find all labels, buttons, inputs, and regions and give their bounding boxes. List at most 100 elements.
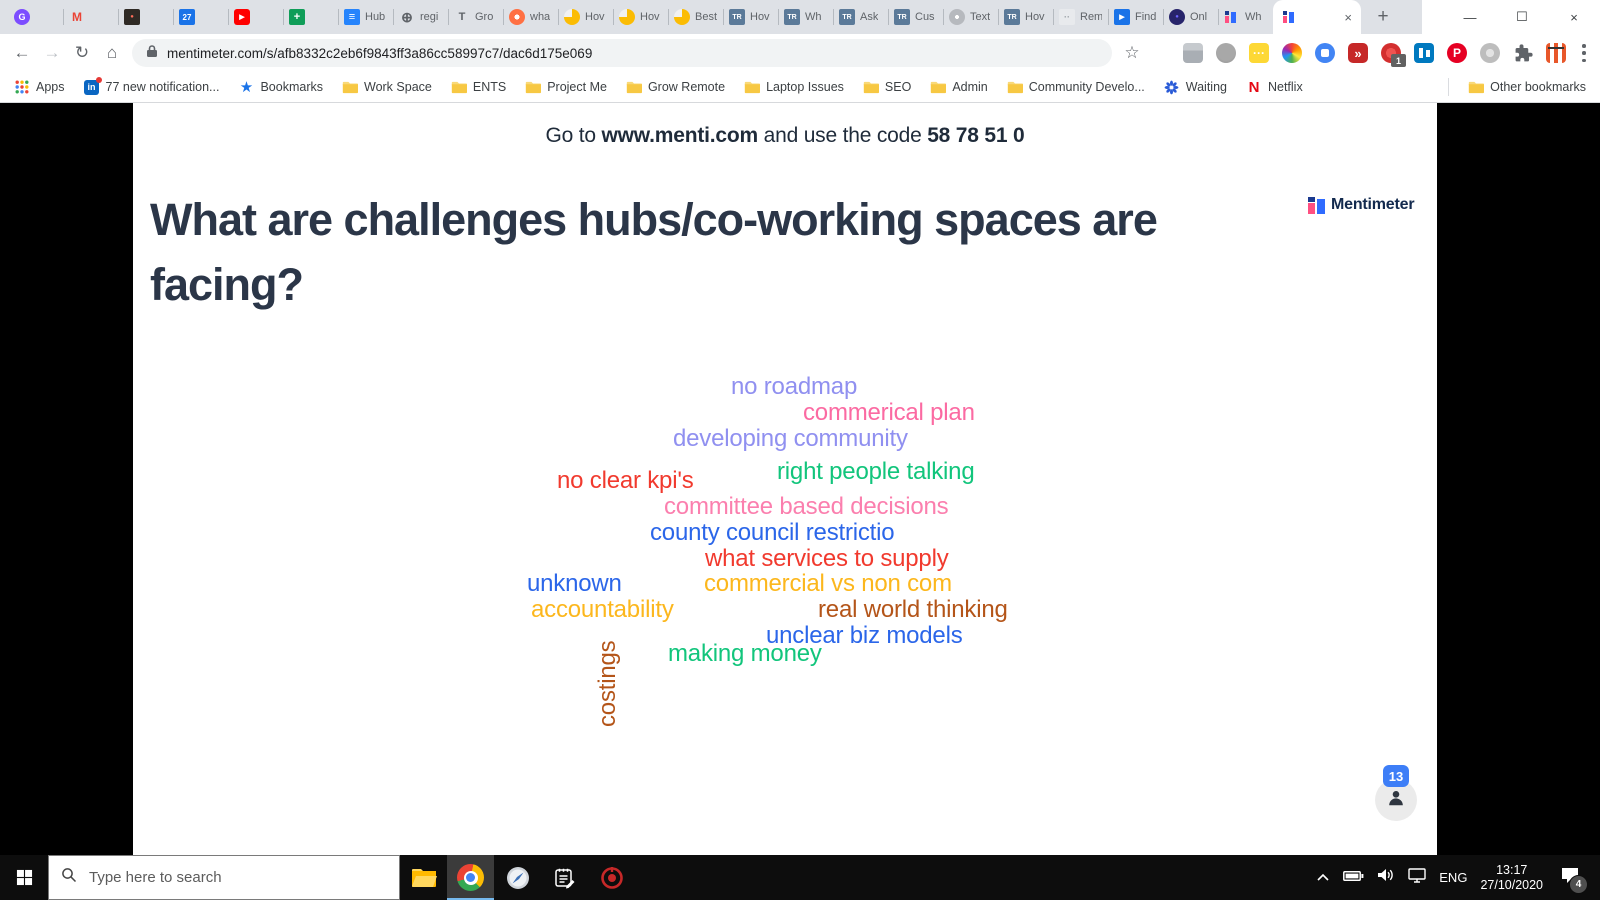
bookmark-item[interactable]: Waiting bbox=[1164, 79, 1227, 95]
home-button[interactable]: ⌂ bbox=[98, 39, 126, 67]
tab-favicon-orange-dot bbox=[509, 9, 525, 25]
browser-tab[interactable]: TR Ask bbox=[833, 0, 888, 34]
taskbar-app-shield[interactable] bbox=[588, 855, 635, 900]
bookmark-item[interactable]: Admin bbox=[930, 79, 988, 95]
taskbar-app-chrome[interactable] bbox=[447, 855, 494, 900]
bookmark-item[interactable]: Work Space bbox=[342, 79, 432, 95]
browser-tab[interactable]: ● Onl bbox=[1163, 0, 1218, 34]
clock-date: 27/10/2020 bbox=[1480, 877, 1543, 892]
browser-tab[interactable]: ·· Rem bbox=[1053, 0, 1108, 34]
bookmark-item[interactable]: Laptop Issues bbox=[744, 79, 844, 95]
taskbar-clock[interactable]: 13:17 27/10/2020 bbox=[1480, 863, 1543, 893]
browser-tab[interactable]: ≡ Hub bbox=[338, 0, 393, 34]
tab-favicon-pie bbox=[674, 9, 690, 25]
bookmark-item[interactable]: Community Develo... bbox=[1007, 79, 1145, 95]
word-cloud-word: unknown bbox=[527, 570, 622, 597]
browser-tab[interactable]: TR Wh bbox=[778, 0, 833, 34]
browser-tab[interactable]: Best bbox=[668, 0, 723, 34]
browser-tab[interactable]: ▶ Find bbox=[1108, 0, 1163, 34]
folder-icon bbox=[930, 79, 947, 95]
color-wheel-extension-icon[interactable] bbox=[1282, 43, 1302, 63]
tray-chevron-icon[interactable] bbox=[1316, 869, 1330, 887]
bookmark-label: Netflix bbox=[1267, 80, 1303, 94]
other-bookmarks[interactable]: Other bookmarks bbox=[1468, 79, 1586, 95]
trello-extension-icon[interactable] bbox=[1414, 43, 1434, 63]
red-forward-extension-icon[interactable]: » bbox=[1348, 43, 1368, 63]
word-cloud-word: real world thinking bbox=[818, 596, 1008, 623]
close-window-button[interactable]: × bbox=[1548, 0, 1600, 34]
active-tab[interactable]: × bbox=[1273, 0, 1361, 34]
browser-tab[interactable]: Text bbox=[943, 0, 998, 34]
mentimeter-logo: Mentimeter bbox=[1308, 196, 1415, 214]
clipboard-extension-icon[interactable] bbox=[1183, 43, 1203, 63]
bookmark-item[interactable]: Project Me bbox=[525, 79, 607, 95]
browser-tab[interactable]: 27 bbox=[173, 0, 228, 34]
hand-extension-icon[interactable]: 1 bbox=[1381, 43, 1406, 67]
browser-tab[interactable]: Wh bbox=[1218, 0, 1273, 34]
tab-label: Find bbox=[1135, 11, 1157, 23]
bookmark-item[interactable]: SEO bbox=[863, 79, 911, 95]
browser-tab[interactable]: M bbox=[63, 0, 118, 34]
bookmark-label: Laptop Issues bbox=[766, 80, 844, 94]
bookmark-item[interactable]: ★ Bookmarks bbox=[238, 79, 323, 95]
apps-grid-icon bbox=[14, 79, 30, 95]
tab-favicon-pie bbox=[564, 9, 580, 25]
blue-circle-extension-icon[interactable] bbox=[1315, 43, 1335, 63]
start-button[interactable] bbox=[0, 855, 48, 900]
taskbar-app-compass[interactable] bbox=[494, 855, 541, 900]
browser-tab[interactable]: G bbox=[8, 0, 63, 34]
language-indicator[interactable]: ENG bbox=[1439, 870, 1467, 885]
browser-tab[interactable]: TR Hov bbox=[723, 0, 778, 34]
bookmark-item[interactable]: in 77 new notification... bbox=[84, 77, 219, 95]
bookmark-label: Bookmarks bbox=[260, 80, 323, 94]
network-icon[interactable] bbox=[1408, 867, 1426, 888]
notification-center-icon[interactable]: 4 bbox=[1560, 866, 1588, 894]
apps-shortcut[interactable]: Apps bbox=[14, 79, 65, 95]
volume-icon[interactable] bbox=[1377, 868, 1395, 887]
browser-tab[interactable]: TR Cus bbox=[888, 0, 943, 34]
browser-tab[interactable]: wha bbox=[503, 0, 558, 34]
mentimeter-logo-text: Mentimeter bbox=[1331, 196, 1415, 213]
search-input[interactable] bbox=[87, 868, 387, 887]
browser-tab[interactable]: Hov bbox=[613, 0, 668, 34]
bookmark-star-icon[interactable]: ☆ bbox=[1118, 39, 1146, 67]
battery-icon[interactable] bbox=[1343, 869, 1364, 887]
tab-favicon-tr: TR bbox=[1004, 9, 1020, 25]
browser-menu-icon[interactable] bbox=[1582, 44, 1586, 62]
back-button[interactable]: ← bbox=[8, 39, 36, 67]
pinterest-extension-icon[interactable]: P bbox=[1447, 43, 1467, 63]
browser-tab[interactable]: + bbox=[283, 0, 338, 34]
address-bar[interactable]: mentimeter.com/s/afb8332c2eb6f9843ff3a86… bbox=[132, 39, 1112, 67]
tomato-extension-icon[interactable] bbox=[1216, 43, 1236, 63]
reload-button[interactable]: ↻ bbox=[68, 39, 96, 67]
maximize-button[interactable]: ☐ bbox=[1496, 0, 1548, 34]
awning-extension-icon[interactable] bbox=[1546, 43, 1566, 63]
tab-favicon-pie bbox=[619, 9, 635, 25]
puzzle-extension-icon[interactable] bbox=[1513, 43, 1533, 63]
bookmark-item[interactable]: ENTS bbox=[451, 79, 506, 95]
taskbar-search[interactable] bbox=[48, 855, 400, 900]
tab-label: Wh bbox=[1245, 11, 1262, 23]
window-controls: — ☐ × bbox=[1422, 0, 1600, 34]
swirl-extension-icon[interactable] bbox=[1480, 43, 1500, 63]
yellow-dots-extension-icon[interactable]: ··· bbox=[1249, 43, 1269, 63]
browser-tab[interactable]: ● bbox=[118, 0, 173, 34]
taskbar-apps bbox=[400, 855, 635, 900]
forward-button[interactable]: → bbox=[38, 39, 66, 67]
taskbar-app-notes[interactable] bbox=[541, 855, 588, 900]
browser-tab[interactable]: Hov bbox=[558, 0, 613, 34]
minimize-button[interactable]: — bbox=[1444, 0, 1496, 34]
browser-tab[interactable]: T Gro bbox=[448, 0, 503, 34]
taskbar-app-explorer[interactable] bbox=[400, 855, 447, 900]
tab-label: Hov bbox=[750, 11, 770, 23]
join-code: 58 78 51 0 bbox=[927, 124, 1025, 147]
browser-tab[interactable]: TR Hov bbox=[998, 0, 1053, 34]
system-tray: ENG 13:17 27/10/2020 4 bbox=[1316, 855, 1600, 900]
new-tab-button[interactable]: + bbox=[1369, 3, 1397, 31]
tab-strip: G M ● 27 ▶ + ≡ Hub ⊕ regi T Gro wha Hov Hov Best TR Hov TR… bbox=[0, 0, 1600, 34]
bookmark-item[interactable]: N Netflix bbox=[1246, 79, 1303, 95]
browser-tab[interactable]: ⊕ regi bbox=[393, 0, 448, 34]
bookmark-item[interactable]: Grow Remote bbox=[626, 79, 725, 95]
tab-close-icon[interactable]: × bbox=[1344, 11, 1352, 24]
browser-tab[interactable]: ▶ bbox=[228, 0, 283, 34]
